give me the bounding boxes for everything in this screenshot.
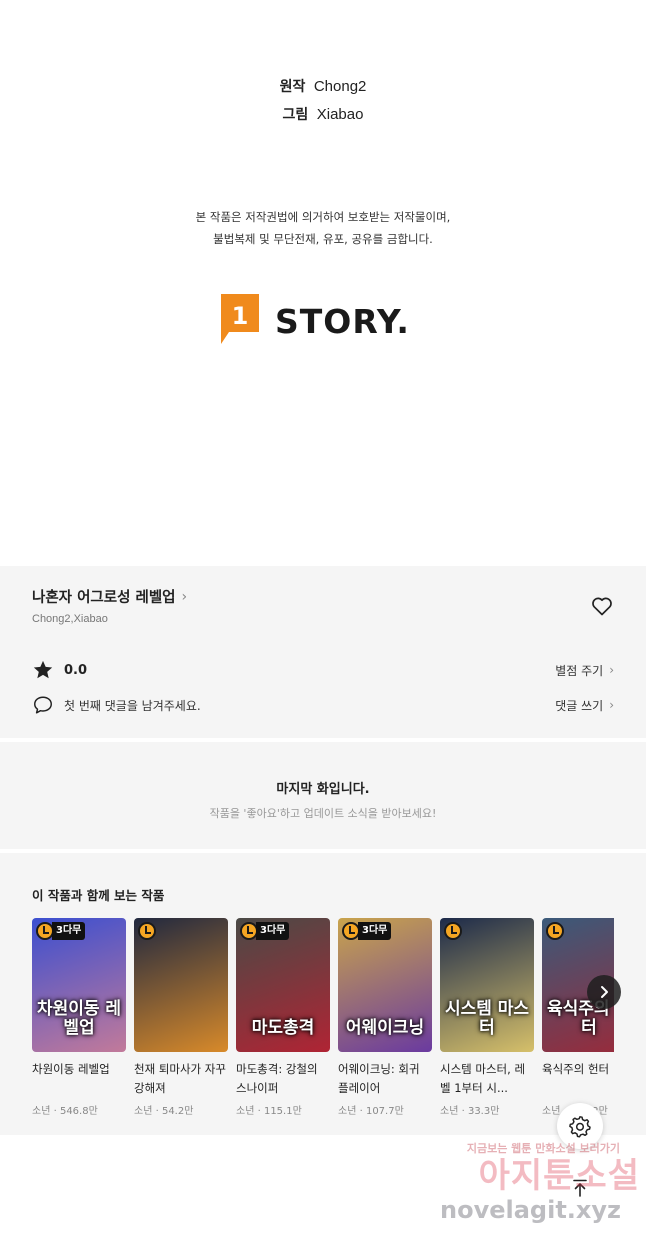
recommendation-meta: 소년 · 54.2만 bbox=[134, 1102, 228, 1117]
recommendation-card[interactable]: 3다무 차원이동 레벨업 차원이동 레벨업 소년 · 546.8만 bbox=[32, 918, 126, 1117]
cover-thumbnail: 3다무차원이동 레벨업 bbox=[32, 918, 126, 1052]
recommendation-title: 차원이동 레벨업 bbox=[32, 1062, 110, 1076]
chevron-right-icon: › bbox=[609, 663, 614, 677]
heart-icon[interactable] bbox=[590, 594, 614, 618]
chevron-right-icon bbox=[601, 986, 608, 998]
comment-prompt: 첫 번째 댓글을 남겨주세요. bbox=[64, 698, 201, 713]
chevron-right-icon: › bbox=[181, 588, 188, 605]
last-episode-panel: 마지막 화입니다. 작품을 '좋아요'하고 업데이트 소식을 받아보세요! bbox=[0, 742, 646, 849]
recommendation-meta: 소년 · 115.1만 bbox=[236, 1102, 330, 1117]
comment-bubble-icon bbox=[34, 696, 52, 714]
write-comment-label: 댓글 쓰기 bbox=[555, 698, 604, 713]
publisher-logo: 1 STORY. bbox=[221, 294, 410, 344]
artist-name: Xiabao bbox=[316, 106, 364, 123]
separator-dot: · bbox=[458, 1106, 468, 1117]
clock-icon bbox=[444, 922, 462, 940]
recommendation-card[interactable]: 시스템 마스터시스템 마스터, 레벨 1부터 시... 소년 · 33.3만 bbox=[440, 918, 534, 1117]
gear-icon bbox=[569, 1116, 591, 1138]
original-author-line: 원작 Chong2 bbox=[0, 76, 646, 98]
original-author-name: Chong2 bbox=[313, 78, 367, 95]
rating-score: 0.0 bbox=[64, 662, 88, 678]
recommendation-genre: 소년 bbox=[338, 1106, 357, 1117]
comment-row: 첫 번째 댓글을 남겨주세요. 댓글 쓰기 › bbox=[32, 693, 614, 717]
series-title: 나혼자 어그로성 레벨업 bbox=[32, 590, 176, 606]
watermark-line-2: 아지툰소설 bbox=[478, 1156, 640, 1196]
recommendation-card[interactable]: 천재 퇴마사가 자꾸 강해져소년 · 54.2만 bbox=[134, 918, 228, 1117]
copyright-line-1: 본 작품은 저작권법에 의거하여 보호받는 저작물이며, bbox=[195, 210, 451, 224]
recommendation-genre: 소년 bbox=[134, 1106, 153, 1117]
separator-dot: · bbox=[356, 1106, 366, 1117]
carousel-next-button[interactable] bbox=[587, 975, 621, 1009]
recommendation-genre: 소년 bbox=[236, 1106, 255, 1117]
last-episode-subtitle: 작품을 '좋아요'하고 업데이트 소식을 받아보세요! bbox=[209, 807, 437, 820]
recommendation-genre: 소년 bbox=[440, 1106, 459, 1117]
wait-free-badge: 3다무 bbox=[52, 922, 86, 940]
recommendation-card[interactable]: 육식주의 헌터육식주의 헌터소년 · 251.2만 bbox=[542, 918, 614, 1117]
original-author-label: 원작 bbox=[279, 79, 306, 95]
recommendation-card[interactable]: 3다무어웨이크닝어웨이크닝: 회귀 플레이어소년 · 107.7만 bbox=[338, 918, 432, 1117]
recommendation-title: 마도총격: 강철의 스나이퍼 bbox=[236, 1062, 318, 1095]
artist-label: 그림 bbox=[282, 107, 309, 123]
watermark-line-1: 지금보는 웹툰 만화소설 보러가기 bbox=[466, 1142, 620, 1155]
recommendation-genre: 소년 bbox=[32, 1106, 51, 1117]
rating-row: 0.0 별점 주기 › bbox=[32, 658, 614, 682]
recommendation-meta: 소년 · 107.7만 bbox=[338, 1102, 432, 1117]
cover-title-art: 시스템 마스터 bbox=[444, 999, 530, 1038]
clock-icon bbox=[546, 922, 564, 940]
recommendation-views: 546.8만 bbox=[59, 1106, 98, 1117]
recommendation-title: 육식주의 헌터 bbox=[542, 1062, 610, 1076]
series-info-panel: 나혼자 어그로성 레벨업 › Chong2,Xiabao 0.0 별점 주기 ›… bbox=[0, 566, 646, 738]
cover-title-art: 마도총격 bbox=[251, 1018, 315, 1038]
cover-title-art: 차원이동 레벨업 bbox=[36, 999, 122, 1038]
cover-thumbnail bbox=[134, 918, 228, 1052]
separator-dot: · bbox=[152, 1106, 162, 1117]
svg-text:1: 1 bbox=[232, 302, 249, 330]
cover-thumbnail: 시스템 마스터 bbox=[440, 918, 534, 1052]
rate-label: 별점 주기 bbox=[555, 663, 604, 678]
recommendation-views: 33.3만 bbox=[467, 1106, 500, 1117]
recommendation-title: 시스템 마스터, 레벨 1부터 시... bbox=[440, 1062, 526, 1095]
separator-dot: · bbox=[50, 1106, 60, 1117]
recommendation-card[interactable]: 3다무마도총격마도총격: 강철의 스나이퍼소년 · 115.1만 bbox=[236, 918, 330, 1117]
wait-free-badge: 3다무 bbox=[256, 922, 290, 940]
cover-thumbnail: 3다무마도총격 bbox=[236, 918, 330, 1052]
recommendation-title: 천재 퇴마사가 자꾸 강해져 bbox=[134, 1062, 226, 1095]
star-icon bbox=[33, 660, 53, 679]
rate-button[interactable]: 별점 주기 › bbox=[555, 662, 614, 679]
write-comment-button[interactable]: 댓글 쓰기 › bbox=[555, 697, 614, 714]
recommendation-views: 107.7만 bbox=[365, 1106, 404, 1117]
cover-thumbnail: 3다무어웨이크닝 bbox=[338, 918, 432, 1052]
recommendations-heading: 이 작품과 함께 보는 작품 bbox=[32, 888, 165, 903]
last-episode-title: 마지막 화입니다. bbox=[276, 782, 370, 797]
artist-line: 그림 Xiabao bbox=[0, 104, 646, 126]
credits: 원작 Chong2 그림 Xiabao bbox=[0, 76, 646, 132]
series-authors: Chong2,Xiabao bbox=[32, 613, 108, 625]
svg-text:STORY.: STORY. bbox=[275, 302, 410, 341]
wait-free-badge: 3다무 bbox=[358, 922, 392, 940]
recommendation-views: 115.1만 bbox=[263, 1106, 302, 1117]
recommendations-list: 3다무 차원이동 레벨업 차원이동 레벨업 소년 · 546.8만 천재 퇴마사가 자꾸… bbox=[32, 918, 614, 1128]
chevron-right-icon: › bbox=[609, 698, 614, 712]
recommendation-meta: 소년 · 33.3만 bbox=[440, 1102, 534, 1117]
separator-dot: · bbox=[254, 1106, 264, 1117]
recommendation-meta: 소년 · 546.8만 bbox=[32, 1102, 126, 1117]
copyright-line-2: 불법복제 및 무단전재, 유포, 공유를 금합니다. bbox=[213, 232, 433, 246]
clock-icon bbox=[138, 922, 156, 940]
recommendations-panel: 이 작품과 함께 보는 작품 3다무 차원이동 레벨업 차원이동 레벨업 소년 · 5… bbox=[0, 853, 646, 1135]
recommendation-views: 54.2만 bbox=[161, 1106, 194, 1117]
copyright-notice: 본 작품은 저작권법에 의거하여 보호받는 저작물이며, 불법복제 및 무단전재… bbox=[0, 206, 646, 250]
series-title-link[interactable]: 나혼자 어그로성 레벨업 › bbox=[32, 586, 187, 607]
recommendation-title: 어웨이크닝: 회귀 플레이어 bbox=[338, 1062, 420, 1095]
cover-title-art: 어웨이크닝 bbox=[345, 1018, 425, 1038]
watermark: 지금보는 웹툰 만화소설 보러가기 아지툰소설 novelagit.xyz bbox=[440, 1140, 640, 1240]
watermark-line-3: novelagit.xyz bbox=[440, 1196, 622, 1224]
